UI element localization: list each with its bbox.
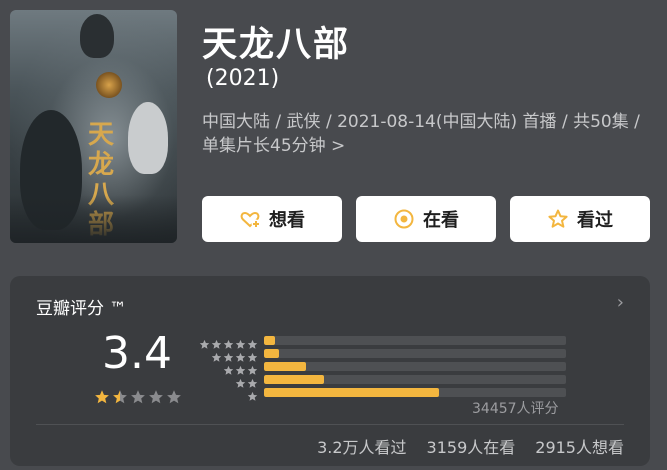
watching-count: 3159人在看 [426, 438, 516, 457]
distribution-bar [264, 336, 275, 345]
rating-distribution [199, 334, 566, 401]
small-star-icon [235, 348, 246, 362]
small-star-icon [247, 387, 258, 401]
want-count: 2915人想看 [535, 438, 624, 457]
distribution-stars [200, 387, 258, 401]
poster-ground [10, 195, 177, 243]
distribution-stars [199, 335, 258, 349]
small-star-icon [211, 335, 222, 349]
distribution-track [264, 362, 566, 371]
rating-star-icon [130, 389, 146, 405]
small-star-icon [199, 335, 210, 349]
small-star-icon [223, 335, 234, 349]
watching-button[interactable]: 在看 [356, 196, 496, 242]
distribution-stars [200, 374, 258, 388]
chevron-right-icon[interactable]: › [617, 292, 624, 313]
distribution-track [264, 388, 566, 397]
poster-image[interactable]: 天龙八部 [10, 10, 177, 243]
rating-score: 3.4 [102, 328, 172, 379]
want-to-watch-label: 想看 [269, 210, 305, 231]
watched-button[interactable]: 看过 [510, 196, 650, 242]
small-star-icon [235, 374, 246, 388]
small-star-icon [211, 348, 222, 362]
rating-star-icon [94, 389, 110, 405]
meta-text: 中国大陆 / 武侠 / 2021-08-14(中国大陆) 首播 / 共50集 /… [202, 112, 640, 156]
watched-count: 3.2万人看过 [317, 438, 407, 457]
heart-plus-icon [239, 208, 261, 230]
distribution-bar [264, 349, 280, 358]
distribution-bar [264, 388, 440, 397]
distribution-row [200, 373, 566, 388]
watching-label: 在看 [423, 210, 459, 231]
small-star-icon [247, 374, 258, 388]
want-to-watch-button[interactable]: 想看 [202, 196, 342, 242]
divider [36, 424, 624, 425]
rating-stars [94, 389, 182, 405]
movie-meta[interactable]: 中国大陆 / 武侠 / 2021-08-14(中国大陆) 首播 / 共50集 /… [202, 110, 662, 158]
distribution-row [200, 347, 566, 362]
distribution-bar [264, 362, 307, 371]
small-star-icon [235, 361, 246, 375]
distribution-stars [200, 361, 258, 375]
small-star-icon [247, 335, 258, 349]
page-title: 天龙八部 [202, 25, 351, 65]
rating-panel-title: 豆瓣评分 ™ [36, 299, 127, 319]
watching-icon [393, 208, 415, 230]
poster-figure-top [80, 14, 114, 58]
small-star-icon [235, 335, 246, 349]
rating-star-icon [148, 389, 164, 405]
rating-panel[interactable]: 豆瓣评分 ™ › 3.4 34457人评分 3.2万人看过 3159人在看 29… [10, 276, 650, 466]
small-star-icon [223, 348, 234, 362]
distribution-row [199, 334, 566, 349]
poster-orb [96, 72, 122, 98]
rating-star-icon [112, 389, 128, 405]
star-outline-icon [547, 208, 569, 230]
release-year: (2021) [206, 66, 280, 91]
distribution-stars [200, 348, 258, 362]
rating-star-icon [166, 389, 182, 405]
distribution-track [264, 375, 566, 384]
distribution-track [264, 349, 566, 358]
small-star-icon [247, 361, 258, 375]
vote-count: 34457人评分 [472, 401, 559, 417]
distribution-track [264, 336, 566, 345]
small-star-icon [223, 361, 234, 375]
action-buttons: 想看 在看 看过 [202, 196, 651, 242]
distribution-bar [264, 375, 325, 384]
chevron-right-icon: > [331, 136, 346, 156]
small-star-icon [247, 348, 258, 362]
distribution-row [200, 360, 566, 375]
poster-figure-right [128, 102, 168, 174]
audience-stats: 3.2万人看过 3159人在看 2915人想看 [317, 434, 624, 458]
watched-label: 看过 [577, 210, 613, 231]
